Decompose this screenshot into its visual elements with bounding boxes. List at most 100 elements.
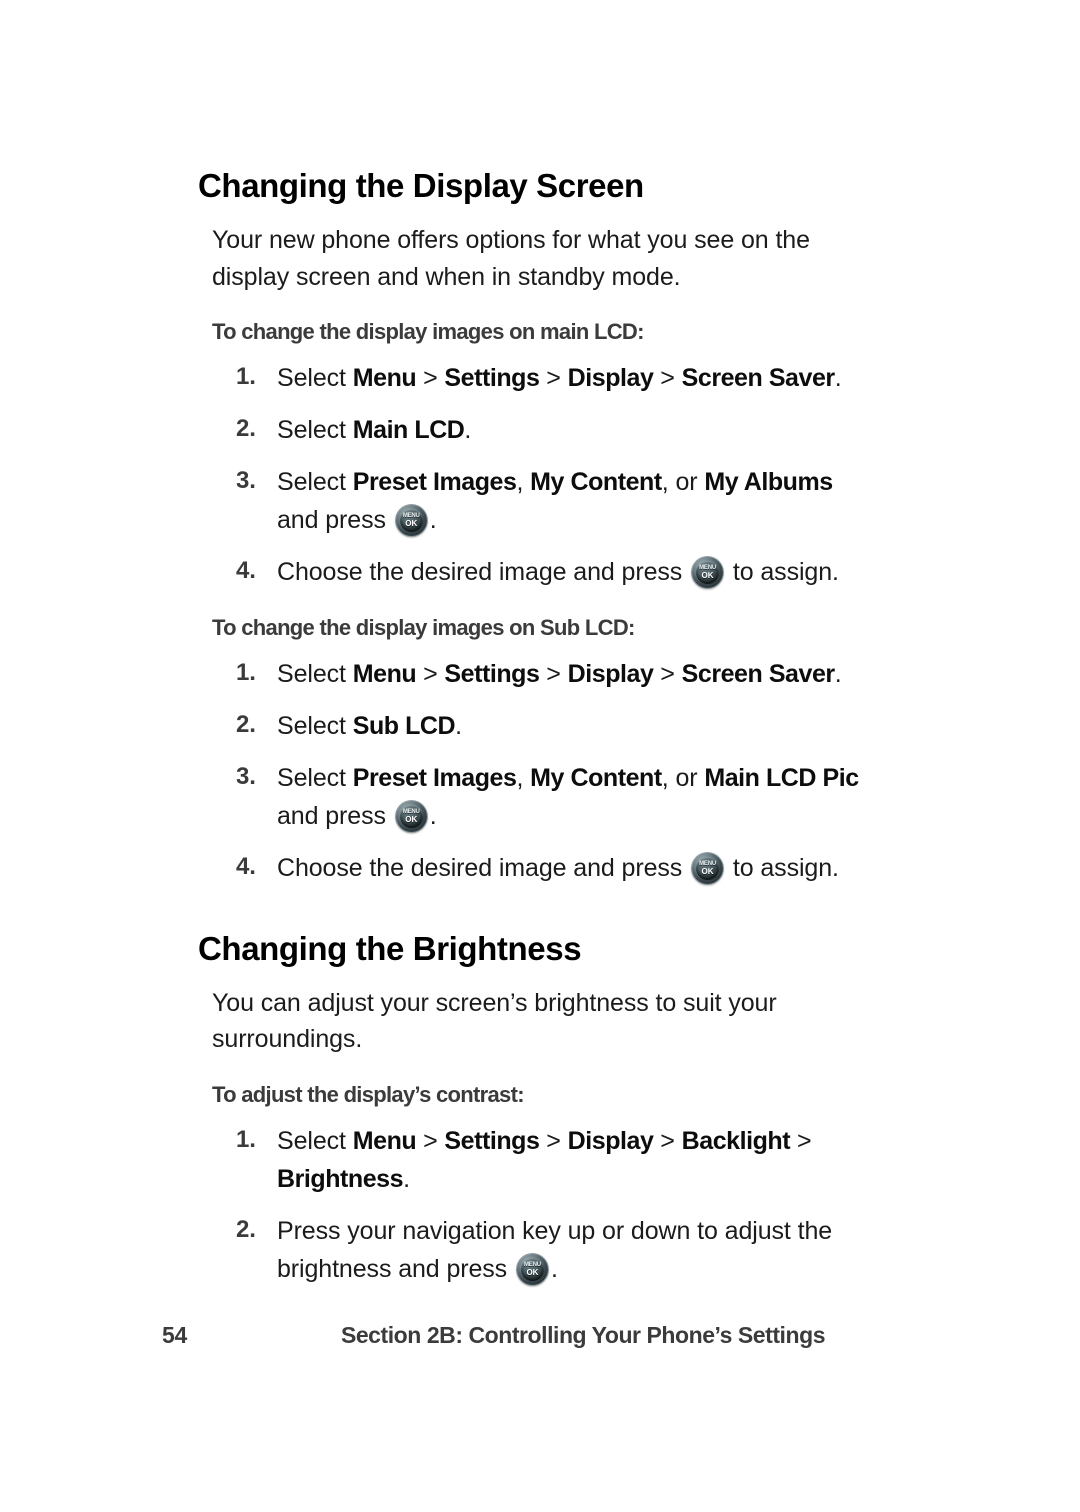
step-number: 4. (236, 852, 256, 880)
menu-ok-key-face: MENU OK (696, 856, 720, 880)
step-text: , or (661, 467, 705, 496)
step-text: . (429, 801, 437, 830)
step-text: > (416, 659, 445, 688)
page-content: Changing the Display Screen Your new phon… (198, 160, 878, 1288)
step-emphasis: Menu (352, 363, 417, 392)
step-text: Select (277, 1126, 353, 1155)
step-text: and press (277, 505, 393, 534)
menu-ok-key-label-menu: MENU (524, 1261, 541, 1268)
step-number: 2. (236, 710, 256, 738)
procedure-title: To change the display images on main LCD… (212, 318, 644, 344)
step-text: . (834, 363, 842, 392)
procedure-step: 4. Choose the desired image and press MEN… (198, 553, 878, 591)
step-emphasis: Screen Saver (681, 363, 836, 392)
step-text: > (539, 1126, 568, 1155)
step-text: Select (277, 467, 353, 496)
page-footer: 54 Section 2B: Controlling Your Phone’s … (0, 1322, 1080, 1362)
step-emphasis: Preset Images (352, 467, 517, 496)
step-text: . (455, 711, 462, 740)
menu-ok-key-icon: MENU OK (692, 556, 724, 588)
step-text: > (539, 659, 568, 688)
menu-ok-key-face: MENU OK (520, 1257, 544, 1281)
footer-section-title: Section 2B: Controlling Your Phone’s Set… (340, 1322, 826, 1348)
procedure-step: 1. Select Menu > Settings > Display > Bac… (198, 1122, 878, 1198)
step-emphasis: Main LCD Pic (704, 763, 859, 792)
step-emphasis: Settings (444, 363, 540, 392)
procedure-step-list: 1. Select Menu > Settings > Display > Scr… (198, 655, 878, 887)
step-number: 1. (236, 658, 256, 686)
step-text: , or (661, 763, 705, 792)
menu-ok-key-icon: MENU OK (395, 800, 427, 832)
menu-ok-key-label-ok: OK (405, 814, 418, 824)
step-emphasis: Display (567, 363, 654, 392)
step-emphasis: Menu (352, 1126, 417, 1155)
menu-ok-key-label-menu: MENU (699, 860, 716, 867)
menu-ok-key-face: MENU OK (399, 804, 423, 828)
menu-ok-key-label-ok: OK (701, 570, 714, 580)
step-emphasis: Sub LCD (352, 711, 456, 740)
procedure-step: 1. Select Menu > Settings > Display > Scr… (198, 359, 878, 397)
step-emphasis: My Content (530, 467, 662, 496)
step-text: . (464, 415, 472, 444)
step-text: Select (277, 659, 353, 688)
procedure-step: 3. Select Preset Images, My Content, or M… (198, 759, 878, 835)
menu-ok-key-icon: MENU OK (516, 1253, 548, 1285)
menu-ok-key-label-menu: MENU (699, 564, 716, 571)
section-heading: Changing the Brightness (198, 929, 582, 967)
step-number: 4. (236, 556, 256, 584)
step-emphasis: Preset Images (352, 763, 517, 792)
menu-ok-key-label-ok: OK (405, 518, 418, 528)
step-emphasis: Menu (352, 659, 417, 688)
procedure-step: 4. Choose the desired image and press MEN… (198, 849, 878, 887)
step-number: 1. (236, 362, 256, 390)
step-number: 2. (236, 414, 256, 442)
section-heading: Changing the Display Screen (198, 167, 644, 204)
step-text: Select (277, 763, 353, 792)
step-text: > (653, 1126, 682, 1155)
procedure-step: 2. Select Main LCD. (198, 411, 878, 449)
menu-ok-key-label-menu: MENU (402, 808, 420, 815)
menu-ok-key-icon: MENU OK (692, 852, 724, 884)
step-text: > (653, 659, 682, 688)
step-text: > (653, 363, 682, 392)
procedure-step: 3. Select Preset Images, My Content, or M… (198, 463, 878, 539)
step-emphasis: Display (567, 659, 654, 688)
procedure-step: 2. Select Sub LCD. (198, 707, 878, 745)
step-emphasis: Brightness (277, 1164, 404, 1193)
step-text: Choose the desired image and press (277, 853, 690, 882)
step-emphasis: Screen Saver (681, 659, 836, 688)
step-emphasis: My Albums (704, 467, 833, 496)
step-text: . (403, 1164, 410, 1193)
step-number: 3. (236, 762, 256, 790)
section-intro-paragraph: You can adjust your screen’s brightness … (212, 989, 777, 1054)
step-text: Select (277, 415, 353, 444)
step-text: Select (277, 363, 353, 392)
menu-ok-key-icon: MENU OK (395, 504, 427, 536)
menu-ok-key-label-ok: OK (526, 1267, 539, 1277)
procedure-step-list: 1. Select Menu > Settings > Display > Scr… (198, 359, 878, 591)
step-text: . (429, 505, 437, 534)
step-emphasis: My Content (530, 763, 662, 792)
step-text: > (416, 363, 445, 392)
step-text: . (834, 659, 842, 688)
step-text: > (790, 1126, 812, 1155)
step-number: 2. (236, 1215, 256, 1243)
step-text: > (539, 363, 568, 392)
menu-ok-key-face: MENU OK (696, 560, 720, 584)
procedure-step: 1. Select Menu > Settings > Display > Scr… (198, 655, 878, 693)
step-text: , (516, 763, 531, 792)
procedure-step: 2. Press your navigation key up or down t… (198, 1212, 878, 1288)
step-text: Select (277, 711, 353, 740)
procedure-step-list: 1. Select Menu > Settings > Display > Bac… (198, 1122, 878, 1288)
menu-ok-key-face: MENU OK (399, 508, 423, 532)
procedure-title: To adjust the display’s contrast: (212, 1081, 525, 1107)
procedure-title: To change the display images on Sub LCD: (212, 614, 635, 640)
step-number: 1. (236, 1125, 256, 1153)
menu-ok-key-label-menu: MENU (402, 512, 420, 519)
menu-ok-key-label-ok: OK (701, 866, 714, 876)
step-text: > (416, 1126, 445, 1155)
step-emphasis: Settings (444, 659, 540, 688)
step-emphasis: Backlight (681, 1126, 791, 1155)
step-text: Choose the desired image and press (277, 557, 690, 586)
step-text: to assign. (726, 853, 839, 882)
